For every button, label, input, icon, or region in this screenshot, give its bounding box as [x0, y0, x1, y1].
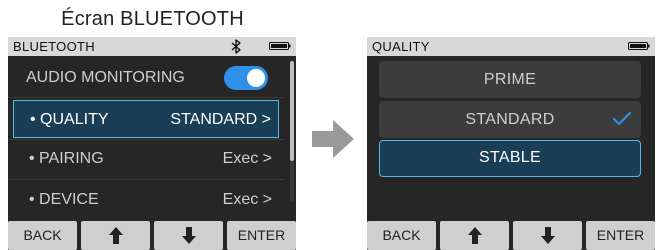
scrollbar-thumb[interactable] [290, 61, 294, 161]
back-button[interactable]: BACK [367, 221, 436, 250]
check-icon [613, 112, 631, 126]
arrow-up-icon [109, 227, 123, 244]
menu-item-label: • DEVICE [29, 191, 99, 208]
enter-button[interactable]: ENTER [586, 221, 655, 250]
quality-screen: QUALITY PRIME STANDARD STABLE BACK ENTER [367, 37, 655, 250]
bluetooth-screen: BLUETOOTH AUDIO MONITORING • QUALITY STA… [8, 37, 296, 250]
back-button[interactable]: BACK [8, 221, 77, 250]
menu-item-device[interactable]: • DEVICE Exec > [13, 181, 279, 219]
menu-item-label: • QUALITY [30, 111, 109, 128]
button-bar: BACK ENTER [8, 221, 296, 250]
screen-title: QUALITY [372, 39, 430, 54]
divider [8, 97, 284, 98]
up-button[interactable] [440, 221, 509, 250]
screen-title: BLUETOOTH [13, 39, 95, 54]
arrow-down-icon [182, 227, 196, 244]
arrow-down-icon [541, 227, 555, 244]
menu-item-label: • PAIRING [29, 150, 104, 167]
menu-item-label: AUDIO MONITORING [26, 69, 185, 86]
bluetooth-icon [231, 39, 241, 54]
enter-button[interactable]: ENTER [227, 221, 296, 250]
up-button[interactable] [81, 221, 150, 250]
quality-option-prime[interactable]: PRIME [379, 61, 641, 98]
quality-option-stable[interactable]: STABLE [379, 140, 641, 177]
menu-item-value: Exec > [222, 191, 272, 208]
down-button[interactable] [513, 221, 582, 250]
title-bar: BLUETOOTH [8, 37, 296, 56]
down-button[interactable] [154, 221, 223, 250]
screen-caption: Écran BLUETOOTH [61, 8, 244, 30]
menu-item-value: STANDARD > [170, 111, 271, 128]
title-bar: QUALITY [367, 37, 655, 56]
battery-icon [269, 42, 291, 50]
audio-monitoring-toggle[interactable] [224, 66, 268, 90]
menu-item-value: Exec > [222, 150, 272, 167]
toggle-knob [247, 69, 265, 87]
option-label: STABLE [479, 149, 541, 166]
battery-icon [628, 42, 650, 50]
arrow-up-icon [468, 227, 482, 244]
button-bar: BACK ENTER [367, 221, 655, 250]
arrow-right-icon [312, 120, 354, 158]
menu-item-pairing[interactable]: • PAIRING Exec > [13, 140, 279, 178]
option-label: PRIME [483, 71, 537, 88]
quality-option-standard[interactable]: STANDARD [379, 101, 641, 138]
divider [8, 179, 284, 180]
option-label: STANDARD [465, 111, 555, 128]
menu-item-quality[interactable]: • QUALITY STANDARD > [13, 100, 279, 138]
